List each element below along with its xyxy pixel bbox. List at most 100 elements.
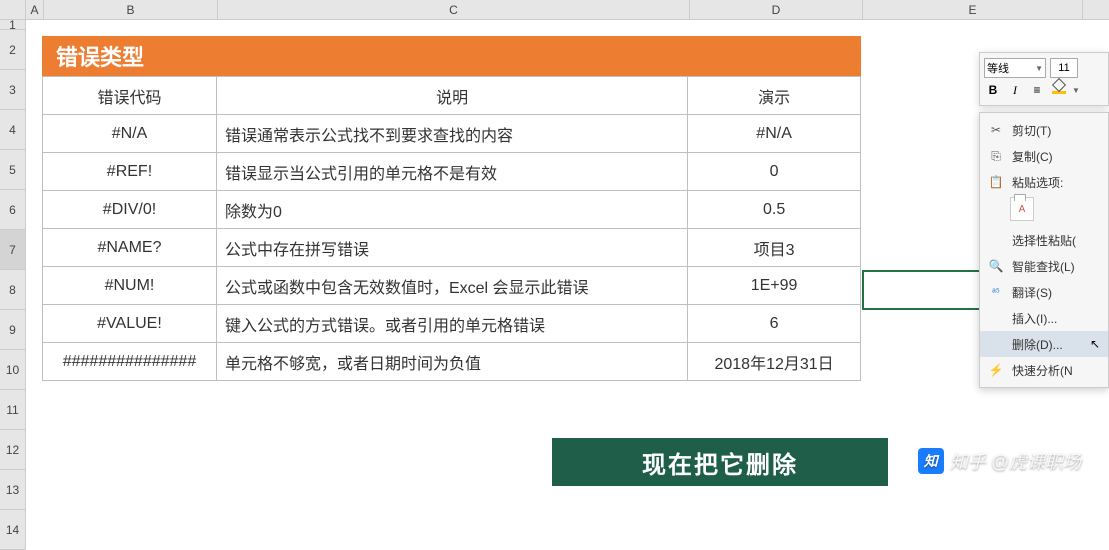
table-row: #DIV/0!除数为00.5 (43, 191, 861, 229)
cell-demo[interactable]: 0.5 (688, 191, 861, 229)
menu-delete[interactable]: 删除(D)... ↖ (980, 331, 1108, 357)
paste-default-button[interactable]: A (1010, 197, 1034, 221)
menu-cut[interactable]: ✂ 剪切(T) (980, 117, 1108, 143)
letter-a-icon: A (1019, 204, 1026, 215)
menu-label: 选择性粘贴( (1012, 232, 1100, 249)
cell-desc[interactable]: 除数为0 (216, 191, 687, 229)
row-header[interactable]: 5 (0, 150, 26, 190)
watermark-text: 知乎 @虎课职场 (950, 448, 1081, 474)
context-menu: ✂ 剪切(T) ⎘ 复制(C) 📋 粘贴选项: A 选择性粘贴( 🔍 智能查找(… (979, 112, 1109, 388)
menu-label: 删除(D)... (1012, 336, 1082, 353)
row-header[interactable]: 11 (0, 390, 26, 430)
cell-desc[interactable]: 键入公式的方式错误。或者引用的单元格错误 (216, 305, 687, 343)
menu-label: 复制(C) (1012, 148, 1100, 165)
clipboard-icon: 📋 (988, 174, 1004, 190)
table-row: #VALUE!键入公式的方式错误。或者引用的单元格错误6 (43, 305, 861, 343)
table-header-row: 错误代码 说明 演示 (43, 77, 861, 115)
quick-analysis-icon: ⚡ (988, 362, 1004, 378)
col-header-b[interactable]: B (44, 0, 218, 19)
cell-demo[interactable]: 0 (688, 153, 861, 191)
row-header[interactable]: 8 (0, 270, 26, 310)
cell-desc[interactable]: 错误显示当公式引用的单元格不是有效 (216, 153, 687, 191)
menu-insert[interactable]: 插入(I)... (980, 305, 1108, 331)
scissors-icon: ✂ (988, 122, 1004, 138)
table-row: #N/A错误通常表示公式找不到要求查找的内容#N/A (43, 115, 861, 153)
col-header-a[interactable]: A (26, 0, 44, 19)
row-header[interactable]: 9 (0, 310, 26, 350)
align-button[interactable]: ≡ (1028, 81, 1046, 99)
cell-code[interactable]: ############### (43, 343, 217, 381)
column-headers: A B C D E (0, 0, 1109, 20)
menu-paste-special[interactable]: 选择性粘贴( (980, 227, 1108, 253)
cell-desc[interactable]: 错误通常表示公式找不到要求查找的内容 (216, 115, 687, 153)
row-header[interactable]: 6 (0, 190, 26, 230)
fill-bucket-icon (1052, 82, 1066, 94)
row-header[interactable]: 3 (0, 70, 26, 110)
menu-label: 快速分析(N (1012, 362, 1100, 379)
font-name-dropdown[interactable]: 等线 ▼ (984, 58, 1046, 78)
cell-code[interactable]: #N/A (43, 115, 217, 153)
bold-button[interactable]: B (984, 81, 1002, 99)
row-header[interactable]: 12 (0, 430, 26, 470)
cell-desc[interactable]: 公式中存在拼写错误 (216, 229, 687, 267)
menu-quick-analysis[interactable]: ⚡ 快速分析(N (980, 357, 1108, 383)
table-row: #NUM!公式或函数中包含无效数值时，Excel 会显示此错误1E+99 (43, 267, 861, 305)
chevron-down-icon: ▼ (1072, 86, 1080, 95)
cell-code[interactable]: #NAME? (43, 229, 217, 267)
cell-code[interactable]: #VALUE! (43, 305, 217, 343)
page-title: 错误类型 (42, 36, 861, 76)
table-row: ###############单元格不够宽，或者日期时间为负值2018年12月3… (43, 343, 861, 381)
cell-desc[interactable]: 单元格不够宽，或者日期时间为负值 (216, 343, 687, 381)
italic-button[interactable]: I (1006, 81, 1024, 99)
row-headers: 1 2 3 4 5 6 7 8 9 10 11 12 13 14 (0, 20, 26, 550)
font-size-input[interactable]: 11 (1050, 58, 1078, 78)
menu-label: 翻译(S) (1012, 284, 1100, 301)
fill-color-button[interactable] (1050, 81, 1068, 99)
menu-translate[interactable]: ᵃ⁵ 翻译(S) (980, 279, 1108, 305)
watermark: 知 知乎 @虎课职场 (918, 448, 1081, 474)
cell-code[interactable]: #DIV/0! (43, 191, 217, 229)
row-header[interactable]: 1 (0, 20, 26, 30)
font-name-value: 等线 (987, 60, 1009, 76)
row-header[interactable]: 14 (0, 510, 26, 550)
header-demo[interactable]: 演示 (688, 77, 861, 115)
chevron-down-icon: ▼ (1035, 64, 1043, 73)
copy-icon: ⎘ (988, 148, 1004, 164)
table-row: #NAME?公式中存在拼写错误项目3 (43, 229, 861, 267)
row-header[interactable]: 7 (0, 230, 26, 270)
header-desc[interactable]: 说明 (216, 77, 687, 115)
menu-label: 剪切(T) (1012, 122, 1100, 139)
cell-demo[interactable]: 2018年12月31日 (688, 343, 861, 381)
cell-code[interactable]: #REF! (43, 153, 217, 191)
cell-demo[interactable]: 项目3 (688, 229, 861, 267)
row-header[interactable]: 2 (0, 30, 26, 70)
menu-copy[interactable]: ⎘ 复制(C) (980, 143, 1108, 169)
search-icon: 🔍 (988, 258, 1004, 274)
row-header[interactable]: 10 (0, 350, 26, 390)
col-header-c[interactable]: C (218, 0, 690, 19)
translate-icon: ᵃ⁵ (988, 284, 1004, 300)
col-header-e[interactable]: E (863, 0, 1083, 19)
mini-toolbar: 等线 ▼ 11 B I ≡ ▼ (979, 52, 1109, 106)
zhihu-logo-icon: 知 (918, 448, 944, 474)
header-code[interactable]: 错误代码 (43, 77, 217, 115)
select-all-corner[interactable] (0, 0, 26, 19)
cell-demo[interactable]: 6 (688, 305, 861, 343)
row-header[interactable]: 4 (0, 110, 26, 150)
table-row: #REF!错误显示当公式引用的单元格不是有效0 (43, 153, 861, 191)
paste-options: A (980, 195, 1108, 227)
menu-label: 粘贴选项: (1012, 174, 1100, 191)
menu-label: 智能查找(L) (1012, 258, 1100, 275)
col-header-d[interactable]: D (690, 0, 863, 19)
cell-demo[interactable]: 1E+99 (688, 267, 861, 305)
menu-smart-lookup[interactable]: 🔍 智能查找(L) (980, 253, 1108, 279)
cell-code[interactable]: #NUM! (43, 267, 217, 305)
cell-desc[interactable]: 公式或函数中包含无效数值时，Excel 会显示此错误 (216, 267, 687, 305)
row-header[interactable]: 13 (0, 470, 26, 510)
error-type-table: 错误代码 说明 演示 #N/A错误通常表示公式找不到要求查找的内容#N/A #R… (42, 76, 861, 381)
cell-demo[interactable]: #N/A (688, 115, 861, 153)
menu-paste-options-header: 📋 粘贴选项: (980, 169, 1108, 195)
selected-cell-e7[interactable] (862, 270, 982, 310)
caption-banner: 现在把它删除 (552, 438, 888, 486)
menu-label: 插入(I)... (1012, 310, 1100, 327)
